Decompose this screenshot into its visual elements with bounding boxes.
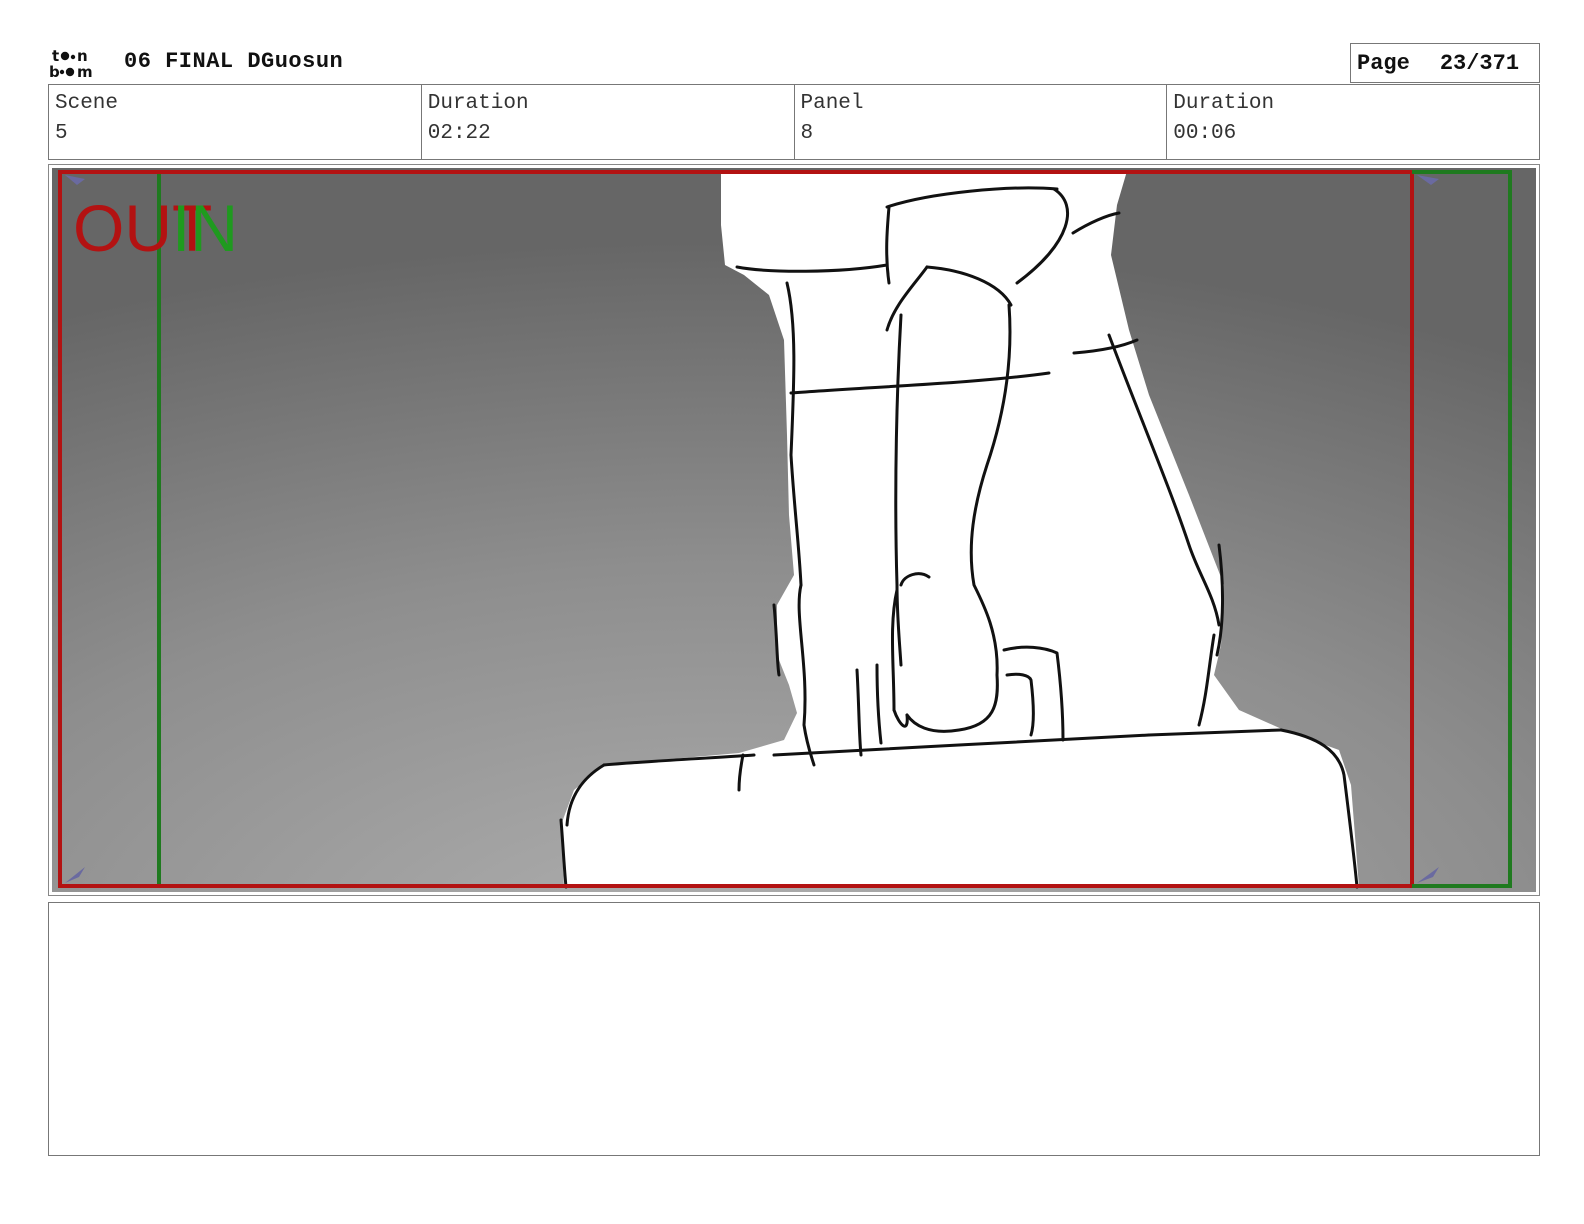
scene-duration-cell: Duration 02:22: [422, 85, 795, 159]
page-number: 23/371: [1439, 50, 1520, 76]
storyboard-panel: OUT IN: [48, 164, 1540, 896]
in-marker-label: IN: [172, 191, 238, 265]
scene-value: 5: [55, 122, 68, 145]
panel-duration-value: 00:06: [1173, 122, 1237, 145]
svg-text:m: m: [77, 63, 93, 80]
scene-cell: Scene 5: [49, 85, 422, 159]
page-label: Page: [1357, 50, 1410, 76]
panel-duration-cell: Duration 00:06: [1167, 85, 1539, 159]
panel-value: 8: [800, 122, 814, 145]
panel-label: Panel: [800, 92, 864, 115]
scene-duration-value: 02:22: [427, 122, 491, 145]
panel-cell: Panel 8: [795, 85, 1168, 159]
panel-drawing: OUT IN: [52, 168, 1536, 892]
toon-boom-logo: t n b m: [49, 47, 93, 80]
scene-label: Scene: [55, 92, 119, 115]
svg-text:b: b: [49, 63, 60, 80]
panel-duration-label: Duration: [1173, 92, 1275, 115]
panel-info-table: Scene 5 Duration 02:22 Panel 8 Duration …: [48, 84, 1540, 160]
project-title: 06 FINAL DGuosun: [124, 49, 344, 74]
panel-notes-box: [48, 902, 1540, 1156]
scene-duration-label: Duration: [427, 92, 529, 115]
page-indicator: Page 23/371: [1350, 43, 1540, 83]
